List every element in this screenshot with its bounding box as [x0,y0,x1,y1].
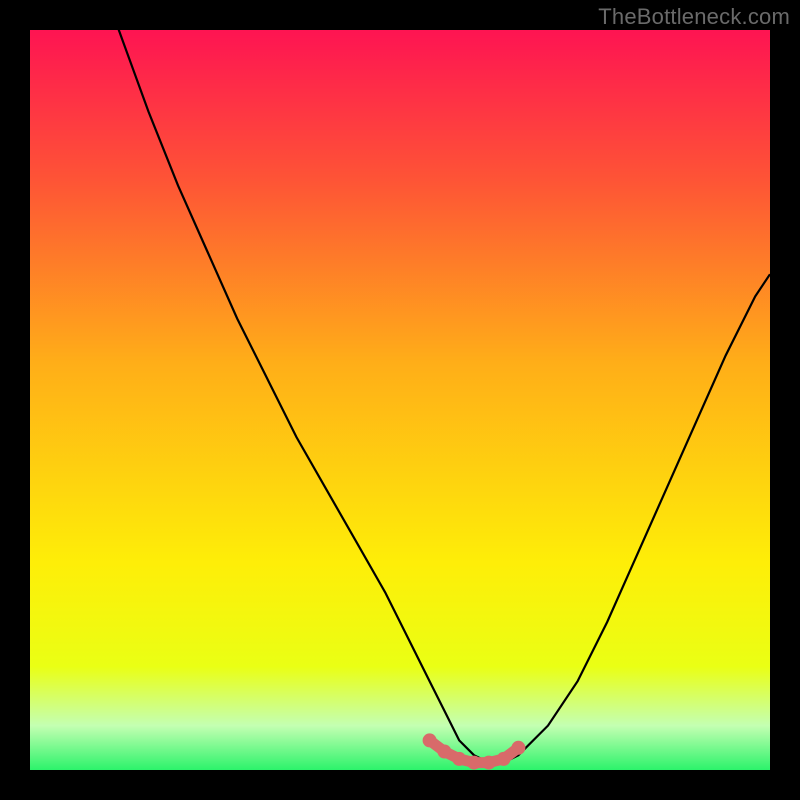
marker-dot [497,752,511,766]
marker-dot [437,745,451,759]
marker-dot [467,756,481,770]
marker-dot [423,733,437,747]
chart-svg [30,30,770,770]
marker-dot [482,756,496,770]
gradient-background [30,30,770,770]
chart-frame: TheBottleneck.com [0,0,800,800]
plot-area [30,30,770,770]
watermark-text: TheBottleneck.com [598,4,790,30]
marker-dot [511,741,525,755]
marker-dot [452,752,466,766]
